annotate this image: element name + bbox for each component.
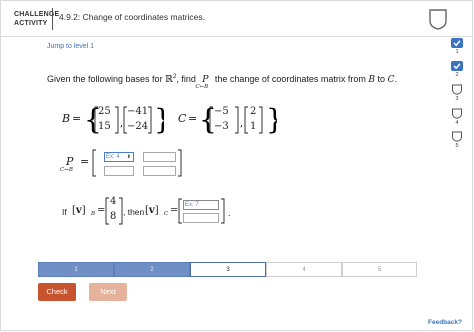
v-b-bracket: [v] bbox=[72, 205, 86, 216]
p-entry-12-input[interactable] bbox=[143, 152, 176, 162]
feedback-link[interactable]: Feedback? bbox=[428, 319, 462, 326]
level-5-indicator[interactable]: 5 bbox=[449, 131, 465, 149]
question-prompt: Given the following bases for ℝ2, find P… bbox=[47, 74, 397, 90]
vec-entry-2: 8 bbox=[110, 211, 117, 222]
b-v1-entry-1: 25 bbox=[98, 106, 111, 117]
header-rule bbox=[0, 36, 473, 37]
c-v1-entry-2: −3 bbox=[214, 121, 229, 132]
jump-to-level-link[interactable]: Jump to level 1 bbox=[47, 43, 94, 50]
p-entry-22-input[interactable] bbox=[143, 166, 176, 176]
progress-segment-5: 5 bbox=[342, 262, 417, 277]
c-v1-entry-1: −5 bbox=[214, 106, 229, 117]
c-v2-entry-1: 2 bbox=[250, 106, 257, 117]
svg-text:,: , bbox=[240, 118, 243, 129]
basis-c-braces: { } , bbox=[199, 104, 277, 136]
level-3-indicator[interactable]: 3 bbox=[449, 84, 465, 102]
p-entry-11-input[interactable]: Ex: 4 ⬍ bbox=[104, 152, 134, 162]
v-c-subscript: C bbox=[164, 211, 169, 217]
period: . bbox=[228, 208, 231, 218]
level-1-indicator[interactable]: 1 bbox=[449, 38, 465, 55]
v-c-bracket: [v] bbox=[145, 205, 159, 216]
vc-entry-1-input[interactable]: Ex: 7 bbox=[183, 200, 219, 210]
then-text: , then bbox=[123, 207, 145, 217]
check-button[interactable]: Check bbox=[38, 283, 76, 301]
svg-text:}: } bbox=[266, 104, 277, 136]
c-v2-entry-2: 1 bbox=[250, 121, 257, 132]
svg-text:}: } bbox=[154, 104, 164, 136]
next-button[interactable]: Next bbox=[89, 283, 127, 301]
basis-b-label: B bbox=[62, 112, 71, 125]
shield-icon bbox=[452, 84, 462, 95]
completion-shield-icon bbox=[427, 7, 449, 36]
vec-entry-1: 4 bbox=[110, 196, 117, 207]
spinner-icon: ⬍ bbox=[126, 154, 131, 160]
basis-c-label: C bbox=[178, 112, 187, 125]
level-4-indicator[interactable]: 4 bbox=[449, 108, 465, 126]
b-v2-entry-1: −41 bbox=[127, 106, 149, 117]
progress-segment-2: 2 bbox=[114, 262, 190, 277]
check-icon bbox=[451, 61, 463, 71]
level-progress-bar: 1 2 3 4 5 bbox=[38, 262, 417, 277]
vc-entry-2-input[interactable] bbox=[183, 213, 219, 223]
equals-sign: = bbox=[188, 112, 198, 125]
b-v1-entry-2: 15 bbox=[98, 121, 111, 132]
check-icon bbox=[451, 38, 463, 48]
header-divider bbox=[52, 8, 53, 30]
progress-segment-1: 1 bbox=[38, 262, 114, 277]
if-text: If bbox=[62, 207, 67, 217]
basis-b-braces: { } , bbox=[84, 104, 164, 136]
progress-segment-4: 4 bbox=[266, 262, 342, 277]
v-b-subscript: B bbox=[91, 211, 96, 217]
p-matrix-subscript: C←B bbox=[60, 167, 73, 173]
shield-icon bbox=[452, 131, 462, 142]
p-entry-21-input[interactable] bbox=[104, 166, 134, 176]
level-2-indicator[interactable]: 2 bbox=[449, 61, 465, 78]
activity-title: 4.9.2: Change of coordinates matrices. bbox=[59, 12, 205, 22]
progress-segment-3: 3 bbox=[190, 262, 266, 277]
equals-sign: = bbox=[80, 155, 90, 168]
b-v2-entry-2: −24 bbox=[127, 121, 149, 132]
equals-sign: = bbox=[72, 112, 82, 125]
p-symbol: P C←B bbox=[195, 74, 209, 90]
svg-text:,: , bbox=[120, 118, 123, 129]
shield-icon bbox=[452, 108, 462, 119]
